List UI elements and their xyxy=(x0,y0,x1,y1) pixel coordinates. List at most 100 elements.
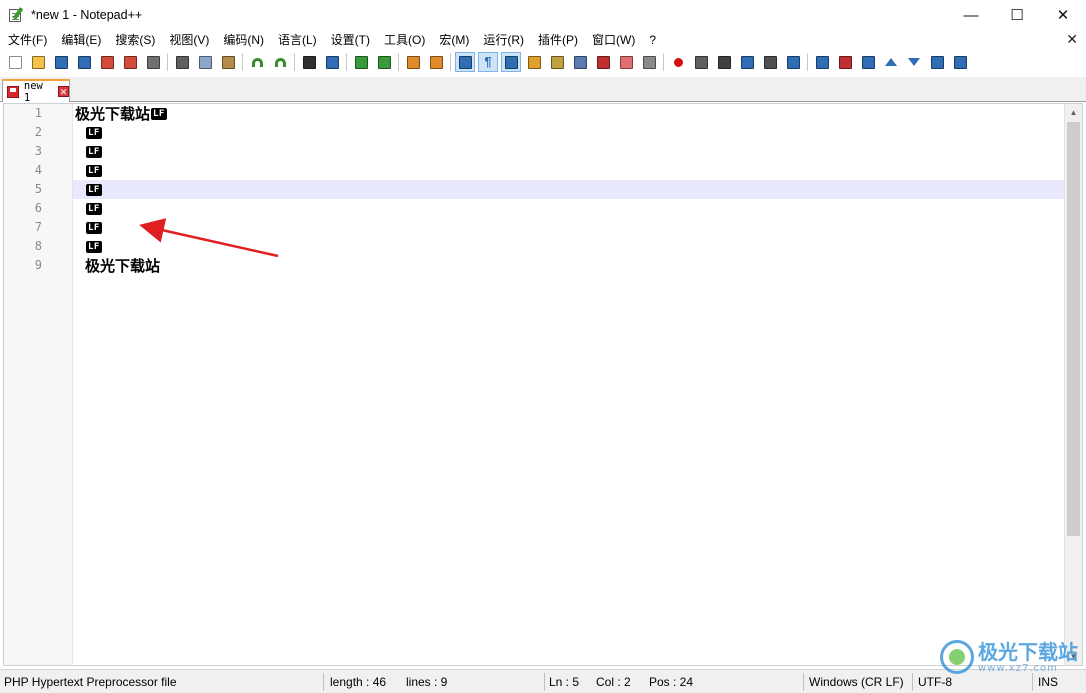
menu-encoding[interactable]: 编码(N) xyxy=(216,30,271,50)
word-wrap-icon xyxy=(458,55,472,69)
save-all-icon xyxy=(77,55,91,69)
run-macro-multiple-button[interactable] xyxy=(737,52,757,72)
minimize-button[interactable]: — xyxy=(948,0,994,30)
code-line[interactable]: LF xyxy=(73,237,1064,256)
playback-macro-button[interactable] xyxy=(714,52,734,72)
eol-marker: LF xyxy=(86,145,102,158)
status-eol-format[interactable]: Windows (CR LF) xyxy=(805,670,904,693)
close-all-icon xyxy=(123,55,137,69)
toolbar-separator xyxy=(450,53,451,71)
stop-recording-button[interactable] xyxy=(691,52,711,72)
menu-macro[interactable]: 宏(M) xyxy=(432,30,476,50)
menu-run[interactable]: 运行(R) xyxy=(476,30,531,50)
close-button[interactable] xyxy=(97,52,117,72)
tab-new-1[interactable]: new 1 ✕ xyxy=(2,79,70,104)
text-area[interactable]: 极光下载站 LF LF LF LF LF LF LF LF 极光下载站 xyxy=(73,104,1064,665)
last-diff-icon xyxy=(930,55,944,69)
line-number-gutter[interactable]: 1 2 3 4 5 6 7 8 9 xyxy=(4,104,73,665)
paste-button[interactable] xyxy=(218,52,238,72)
document-map-button[interactable] xyxy=(547,52,567,72)
code-line[interactable]: LF xyxy=(73,161,1064,180)
eol-marker: LF xyxy=(86,202,102,215)
monitoring-icon xyxy=(642,55,656,69)
code-line[interactable]: LF xyxy=(73,123,1064,142)
code-line[interactable]: LF xyxy=(73,180,1064,199)
launch-in-browser-button[interactable] xyxy=(783,52,803,72)
line-number: 7 xyxy=(34,220,42,234)
open-file-button[interactable] xyxy=(28,52,48,72)
clear-compare-icon xyxy=(838,55,852,69)
code-line[interactable]: LF xyxy=(73,218,1064,237)
menu-language[interactable]: 语言(L) xyxy=(271,30,324,50)
code-line[interactable]: 极光下载站 xyxy=(73,256,1064,275)
zoom-out-button[interactable] xyxy=(374,52,394,72)
scrollbar-thumb[interactable] xyxy=(1067,122,1080,536)
folder-as-workspace-button[interactable] xyxy=(616,52,636,72)
menu-edit[interactable]: 编辑(E) xyxy=(54,30,108,50)
undo-button[interactable] xyxy=(247,52,267,72)
editor[interactable]: 123456789 极光下载站 LF LF LF LF LF LF LF LF 极光下载站 ▲ ▼ xyxy=(3,103,1083,666)
save-icon xyxy=(54,55,68,69)
vertical-scrollbar[interactable]: ▲ ▼ xyxy=(1064,104,1082,665)
menu-settings[interactable]: 设置(T) xyxy=(324,30,377,50)
first-diff-button[interactable] xyxy=(858,52,878,72)
stop-recording-icon xyxy=(694,55,708,69)
close-button[interactable]: ✕ xyxy=(1040,0,1086,30)
menu-tools[interactable]: 工具(O) xyxy=(377,30,432,50)
code-line[interactable]: LF xyxy=(73,199,1064,218)
eol-marker: LF xyxy=(86,183,102,196)
record-macro-button[interactable] xyxy=(668,52,688,72)
document-list-button[interactable] xyxy=(570,52,590,72)
find-button[interactable] xyxy=(299,52,319,72)
zoom-in-button[interactable] xyxy=(351,52,371,72)
word-wrap-button[interactable] xyxy=(455,52,475,72)
close-all-button[interactable] xyxy=(120,52,140,72)
menu-view[interactable]: 视图(V) xyxy=(162,30,216,50)
indent-guide-button[interactable] xyxy=(501,52,521,72)
close-document-button[interactable]: ✕ xyxy=(1066,31,1078,48)
menu-window[interactable]: 窗口(W) xyxy=(585,30,642,50)
code-line[interactable]: 极光下载站 LF xyxy=(73,104,1064,123)
toolbar-separator xyxy=(807,53,808,71)
menu-help[interactable]: ? xyxy=(642,30,663,50)
status-file-type: PHP Hypertext Preprocessor file xyxy=(4,675,177,689)
previous-diff-button[interactable] xyxy=(881,52,901,72)
undo-icon xyxy=(251,57,263,67)
folder-as-workspace-icon xyxy=(619,55,633,69)
diff-settings-icon xyxy=(953,55,967,69)
show-all-characters-button[interactable]: ¶ xyxy=(478,52,498,72)
save-button[interactable] xyxy=(51,52,71,72)
sync-horizontal-button[interactable] xyxy=(426,52,446,72)
window-controls: — ☐ ✕ xyxy=(948,0,1086,30)
user-defined-language-button[interactable] xyxy=(524,52,544,72)
monitoring-button[interactable] xyxy=(639,52,659,72)
new-file-button[interactable] xyxy=(5,52,25,72)
scroll-up-icon[interactable]: ▲ xyxy=(1065,104,1082,121)
menu-search[interactable]: 搜索(S) xyxy=(108,30,162,50)
maximize-button[interactable]: ☐ xyxy=(994,0,1040,30)
document-list-icon xyxy=(573,55,587,69)
redo-button[interactable] xyxy=(270,52,290,72)
menu-plugins[interactable]: 插件(P) xyxy=(531,30,585,50)
zoom-out-icon xyxy=(377,55,391,69)
function-list-button[interactable] xyxy=(593,52,613,72)
watermark-url: www.xz7.com xyxy=(978,662,1058,674)
clear-compare-button[interactable] xyxy=(835,52,855,72)
replace-button[interactable] xyxy=(322,52,342,72)
diff-settings-button[interactable] xyxy=(950,52,970,72)
eol-marker: LF xyxy=(86,240,102,253)
tab-label: new 1 xyxy=(23,79,43,104)
save-macro-button[interactable] xyxy=(760,52,780,72)
compare-button[interactable] xyxy=(812,52,832,72)
playback-macro-icon xyxy=(717,55,731,69)
print-button[interactable] xyxy=(143,52,163,72)
sync-vertical-button[interactable] xyxy=(403,52,423,72)
code-line[interactable]: LF xyxy=(73,142,1064,161)
menu-file[interactable]: 文件(F) xyxy=(0,30,54,50)
next-diff-button[interactable] xyxy=(904,52,924,72)
save-all-button[interactable] xyxy=(74,52,94,72)
cut-button[interactable] xyxy=(172,52,192,72)
copy-button[interactable] xyxy=(195,52,215,72)
tab-close-icon[interactable]: ✕ xyxy=(58,86,69,97)
last-diff-button[interactable] xyxy=(927,52,947,72)
